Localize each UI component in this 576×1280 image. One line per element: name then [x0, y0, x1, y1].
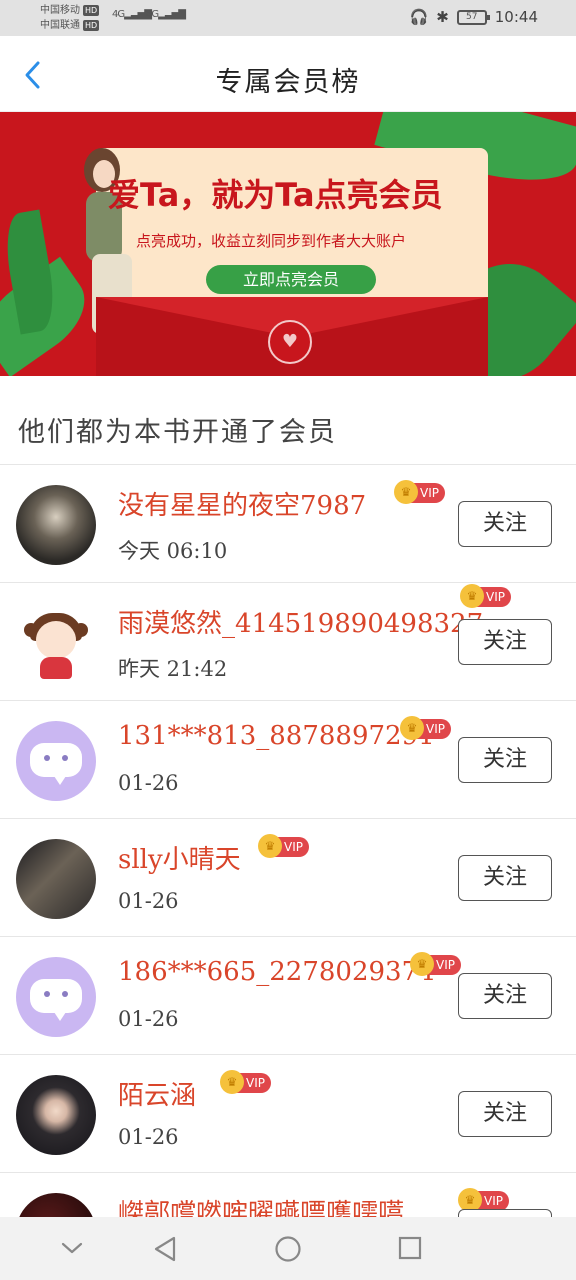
light-up-member-button[interactable]: 立即点亮会员 — [206, 265, 376, 294]
square-recents-icon[interactable] — [397, 1235, 423, 1261]
list-item[interactable]: 陌云涵 ♛ VIP 01-26 关注 — [0, 1055, 576, 1173]
member-name[interactable]: 131***813_8878897291 — [118, 721, 435, 751]
member-time: 01-26 — [118, 1125, 179, 1149]
chevron-down-icon[interactable] — [60, 1241, 84, 1255]
list-item[interactable]: 186***665_2278029374 ♛ VIP 01-26 关注 — [0, 937, 576, 1055]
follow-button[interactable]: 关注 — [458, 973, 552, 1019]
vip-badge: ♛ VIP — [394, 480, 445, 504]
follow-button[interactable]: 关注 — [458, 855, 552, 901]
vip-badge: ♛ VIP — [220, 1070, 271, 1094]
member-list[interactable]: 没有星星的夜空7987 ♛ VIP 今天 06:10 关注 雨漠悠然_414519… — [0, 465, 576, 1217]
avatar[interactable] — [16, 1193, 96, 1217]
headphones-icon: 🎧 — [409, 8, 429, 26]
vip-badge: ♛ VIP — [400, 716, 451, 740]
chat-bubble-icon — [30, 743, 82, 785]
list-item[interactable]: 雨漠悠然_414519890498327 ♛ VIP 昨天 21:42 关注 — [0, 583, 576, 701]
status-bar: 中国移动 HD 中国联通 HD 4G▂▃▅▇ 4G▂▃▅▇ 🎧 ✱ 57 10:44 — [0, 0, 576, 36]
follow-button[interactable]: 关注 — [458, 737, 552, 783]
vip-badge: ♛ VIP — [458, 1188, 509, 1212]
heart-seal-icon: ♥ — [268, 320, 312, 364]
avatar[interactable] — [16, 485, 96, 565]
page-title: 专属会员榜 — [215, 67, 361, 98]
avatar[interactable] — [16, 721, 96, 801]
app-header: 专属会员榜 — [0, 36, 576, 112]
follow-button[interactable]: 关注 — [458, 619, 552, 665]
circle-home-icon[interactable] — [274, 1235, 302, 1263]
bluetooth-icon: ✱ — [436, 8, 449, 26]
list-item[interactable]: 131***813_8878897291 ♛ VIP 01-26 关注 — [0, 701, 576, 819]
member-name[interactable]: 嵥鄗嚐嘫哰曜嚥嘌嚿嚅嚆 — [118, 1193, 404, 1217]
system-nav-bar — [0, 1217, 576, 1280]
crown-icon: ♛ — [220, 1070, 244, 1094]
hd-badge: HD — [83, 5, 100, 16]
hd-badge: HD — [83, 20, 100, 31]
promo-banner[interactable]: 爱Ta，就为Ta点亮会员 点亮成功，收益立刻同步到作者大大账户 立即点亮会员 ♥ — [0, 112, 576, 376]
member-name[interactable]: 186***665_2278029374 — [118, 957, 435, 987]
section-title: 他们都为本书开通了会员 — [18, 417, 337, 448]
battery-icon: 57 — [456, 9, 490, 25]
member-name[interactable]: 陌云涵 — [118, 1075, 196, 1112]
follow-button[interactable]: 关注 — [458, 1209, 552, 1217]
list-item[interactable]: 没有星星的夜空7987 ♛ VIP 今天 06:10 关注 — [0, 465, 576, 583]
crown-icon: ♛ — [394, 480, 418, 504]
carrier-info: 中国移动 HD 中国联通 HD — [40, 3, 100, 33]
vip-badge: ♛ VIP — [410, 952, 461, 976]
member-time: 01-26 — [118, 771, 179, 795]
battery-level: 57 — [466, 11, 478, 22]
follow-button[interactable]: 关注 — [458, 501, 552, 547]
avatar[interactable] — [16, 1075, 96, 1155]
list-item[interactable]: slly小晴天 ♛ VIP 01-26 关注 — [0, 819, 576, 937]
avatar[interactable] — [16, 839, 96, 919]
avatar[interactable] — [16, 603, 96, 683]
banner-headline: 爱Ta，就为Ta点亮会员 — [108, 176, 443, 214]
crown-icon: ♛ — [258, 834, 282, 858]
avatar[interactable] — [16, 957, 96, 1037]
vip-badge: ♛ VIP — [258, 834, 309, 858]
crown-icon: ♛ — [460, 584, 484, 608]
list-item[interactable]: 嵥鄗嚐嘫哰曜嚥嘌嚿嚅嚆 ♛VIP 关注 — [0, 1173, 576, 1217]
member-time: 01-26 — [118, 889, 179, 913]
member-time: 01-26 — [118, 1007, 179, 1031]
chat-bubble-icon — [30, 979, 82, 1021]
triangle-back-icon[interactable] — [152, 1235, 178, 1263]
carrier-2: 中国联通 — [40, 20, 80, 31]
member-time: 今天 06:10 — [118, 539, 228, 563]
signal-icon: 4G▂▃▅▇ — [146, 9, 186, 20]
clock: 10:44 — [494, 8, 538, 26]
carrier-1: 中国移动 — [40, 5, 80, 16]
member-name[interactable]: 没有星星的夜空7987 — [118, 485, 366, 522]
crown-icon: ♛ — [410, 952, 434, 976]
vip-badge: ♛ VIP — [460, 584, 511, 608]
crown-icon: ♛ — [400, 716, 424, 740]
banner-subtitle: 点亮成功，收益立刻同步到作者大大账户 — [136, 232, 407, 250]
follow-button[interactable]: 关注 — [458, 1091, 552, 1137]
member-name[interactable]: slly小晴天 — [118, 839, 241, 876]
member-name[interactable]: 雨漠悠然_414519890498327 — [118, 603, 483, 640]
member-time: 昨天 21:42 — [118, 657, 228, 681]
